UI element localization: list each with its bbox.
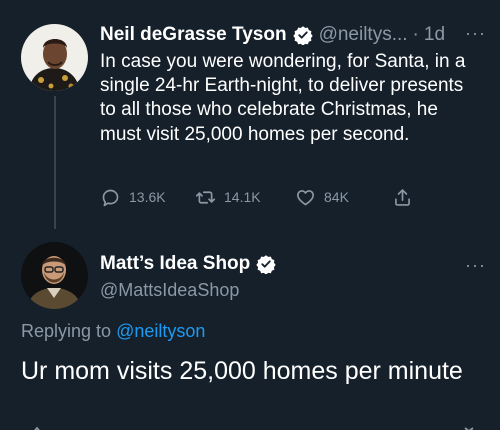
share-icon (395, 188, 410, 206)
tweet-text: In case you were wondering, for Santa, i… (100, 51, 466, 145)
replying-to-line: Replying to @neiltyson (21, 321, 205, 342)
reply-author-name[interactable]: Matt’s Idea Shop (100, 253, 250, 275)
reply-count: 13.6K (129, 189, 166, 205)
retweet-count: 14.1K (224, 189, 261, 205)
replying-prefix: Replying to (21, 321, 117, 341)
reply-author-handle[interactable]: @MattsIdeaShop (100, 280, 239, 301)
original-tweet[interactable]: Neil deGrasse Tyson @neiltys... · 1d ···… (0, 0, 500, 230)
author-avatar[interactable] (21, 24, 88, 91)
tweet-actions: 13.6K 14.1K 84K (100, 184, 420, 210)
reply-text: Ur mom visits 25,000 homes per minute (21, 357, 463, 385)
author-name[interactable]: Neil deGrasse Tyson (100, 24, 287, 46)
like-button[interactable]: 84K (295, 187, 349, 208)
reply-more-options-icon[interactable]: ··· (465, 256, 486, 274)
separator-dot: · (412, 24, 419, 45)
heart-icon (297, 189, 314, 205)
reply-author-avatar[interactable] (21, 242, 88, 309)
tweet-timestamp[interactable]: 1d (424, 24, 445, 46)
tweet-thread: Neil deGrasse Tyson @neiltys... · 1d ···… (0, 0, 500, 430)
thread-connector (54, 96, 56, 229)
reply-header: Matt’s Idea Shop (100, 253, 276, 275)
cropped-icon (34, 426, 40, 430)
reply-icon (102, 189, 119, 206)
more-options-icon[interactable]: ··· (465, 24, 486, 42)
reply-button[interactable]: 13.6K (100, 187, 166, 208)
verified-badge-icon (292, 25, 313, 46)
cropped-icon (464, 427, 474, 430)
retweet-icon (195, 190, 216, 204)
retweet-button[interactable]: 14.1K (195, 187, 261, 208)
verified-badge-icon (256, 254, 276, 275)
author-handle[interactable]: @neiltys... (319, 24, 408, 46)
share-button[interactable] (392, 187, 421, 208)
like-count: 84K (324, 189, 349, 205)
tweet-header: Neil deGrasse Tyson @neiltys... · 1d (100, 22, 445, 48)
replying-to-mention[interactable]: @neiltyson (116, 321, 205, 341)
